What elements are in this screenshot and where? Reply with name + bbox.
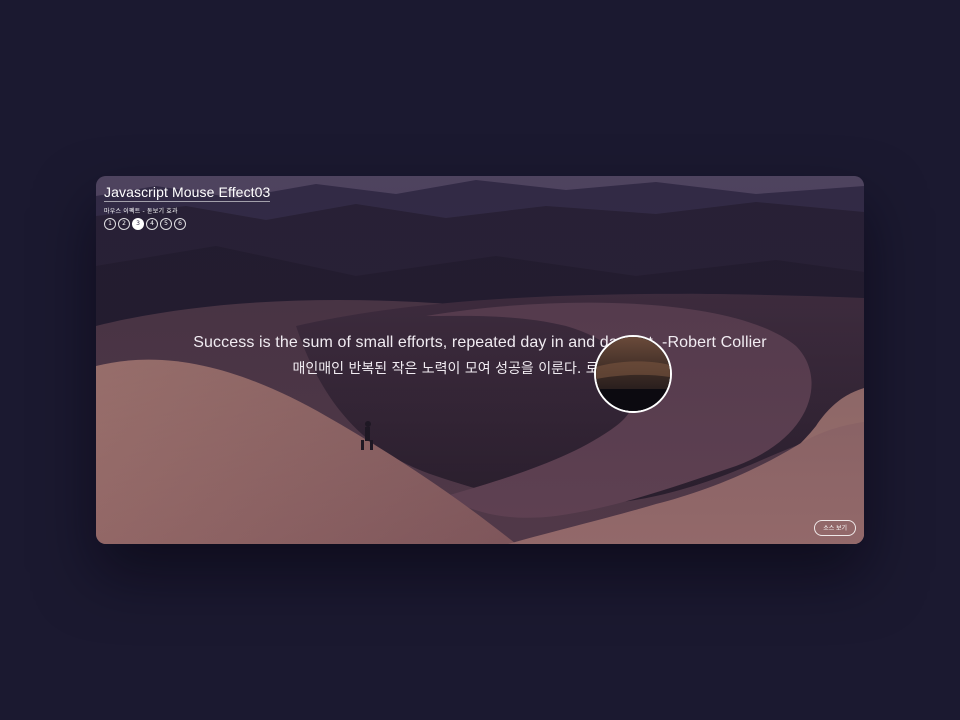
page-link-2[interactable]: 2 — [118, 218, 130, 230]
page-link-3[interactable]: 3 — [132, 218, 144, 230]
page-title: Javascript Mouse Effect03 — [104, 184, 271, 202]
effect-stage: Javascript Mouse Effect03 마우스 이펙트 - 돋보기 … — [96, 176, 864, 544]
page-link-6[interactable]: 6 — [174, 218, 186, 230]
quote-block: Success is the sum of small efforts, rep… — [96, 334, 864, 378]
page-link-4[interactable]: 4 — [146, 218, 158, 230]
magnifier-cursor[interactable] — [594, 335, 672, 413]
effect-pager: 1 2 3 4 5 6 — [104, 218, 270, 230]
quote-korean: 매인매인 반복된 작은 노력이 모여 성공을 이룬다. 로버트 콜리어 — [292, 361, 668, 377]
magnified-view-image — [596, 337, 670, 411]
quote-english: Success is the sum of small efforts, rep… — [193, 334, 767, 351]
page-link-1[interactable]: 1 — [104, 218, 116, 230]
page-subtitle: 마우스 이펙트 - 돋보기 효과 — [104, 208, 178, 215]
page-link-5[interactable]: 5 — [160, 218, 172, 230]
info-panel: Javascript Mouse Effect03 마우스 이펙트 - 돋보기 … — [104, 182, 271, 230]
view-source-button[interactable]: 소스 보기 — [814, 520, 856, 536]
